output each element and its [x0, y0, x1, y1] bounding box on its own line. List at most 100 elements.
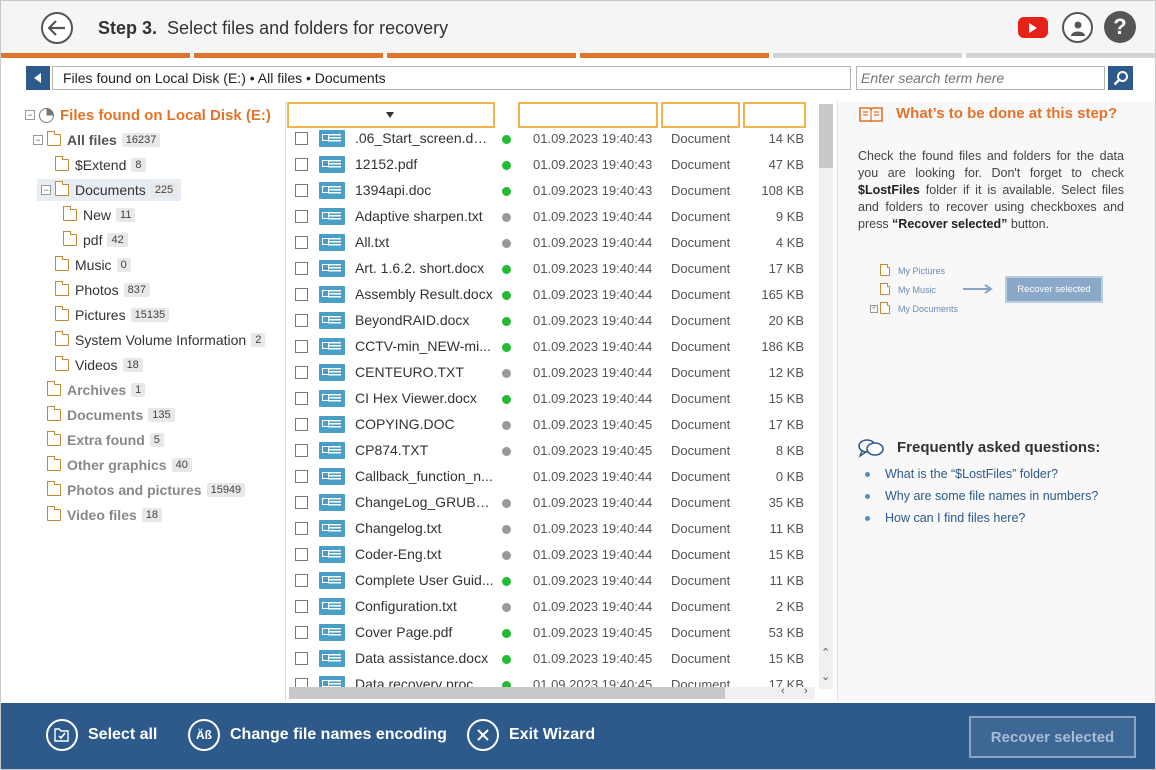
file-row[interactable]: CP874.TXT 01.09.2023 19:40:45 Document 8 KB — [286, 438, 817, 464]
file-checkbox[interactable] — [295, 496, 308, 509]
tree-item[interactable]: New 11 — [45, 204, 139, 226]
document-icon — [319, 286, 345, 303]
file-type: Document — [671, 339, 731, 354]
tree-item[interactable]: Archives 1 — [29, 379, 149, 401]
recover-selected-button[interactable]: Recover selected — [969, 716, 1136, 758]
exit-wizard-button[interactable]: Exit Wizard — [467, 719, 595, 751]
tree-item[interactable]: Extra found 5 — [29, 429, 168, 451]
file-checkbox[interactable] — [295, 548, 308, 561]
file-row[interactable]: BeyondRAID.docx 01.09.2023 19:40:44 Docume… — [286, 308, 817, 334]
youtube-button[interactable] — [1018, 17, 1048, 38]
folder-icon — [46, 506, 61, 521]
file-checkbox[interactable] — [295, 262, 308, 275]
faq-link[interactable]: How can I find files here? — [865, 511, 1025, 525]
back-button[interactable] — [41, 12, 73, 44]
file-checkbox[interactable] — [295, 132, 308, 145]
tree-item[interactable]: Other graphics 40 — [29, 454, 196, 476]
vertical-scrollbar[interactable] — [819, 104, 833, 689]
file-checkbox[interactable] — [295, 340, 308, 353]
file-row[interactable]: ChangeLog_GRUB4... 01.09.2023 19:40:44 Doc… — [286, 490, 817, 516]
tree-item[interactable]: pdf 42 — [45, 229, 132, 251]
scroll-up-icon[interactable]: ⌃ — [821, 646, 830, 659]
recovery-status-icon — [502, 577, 511, 586]
account-button[interactable] — [1062, 12, 1093, 43]
scroll-down-icon[interactable]: ⌄ — [821, 670, 830, 683]
vertical-scroll-thumb[interactable] — [819, 104, 833, 168]
file-checkbox[interactable] — [295, 184, 308, 197]
file-checkbox[interactable] — [295, 158, 308, 171]
file-row[interactable]: Changelog.txt 01.09.2023 19:40:44 Document… — [286, 516, 817, 542]
folder-icon — [46, 431, 61, 446]
file-checkbox[interactable] — [295, 652, 308, 665]
tree-item[interactable]: Videos 18 — [37, 354, 147, 376]
tree-item[interactable]: Pictures 15135 — [37, 304, 173, 326]
file-row[interactable]: Callback_function_n... 01.09.2023 19:40:4… — [286, 464, 817, 490]
file-row[interactable]: Complete User Guid... 01.09.2023 19:40:44… — [286, 568, 817, 594]
select-all-button[interactable]: Select all — [46, 719, 157, 751]
file-row[interactable]: 1394api.doc 01.09.2023 19:40:43 Document 10… — [286, 178, 817, 204]
file-row[interactable]: Coder-Eng.txt 01.09.2023 19:40:44 Document… — [286, 542, 817, 568]
column-header-size[interactable] — [743, 102, 806, 128]
file-checkbox[interactable] — [295, 314, 308, 327]
file-date: 01.09.2023 19:40:44 — [533, 235, 653, 250]
collapse-icon[interactable]: − — [25, 110, 35, 120]
file-checkbox[interactable] — [295, 418, 308, 431]
tree-item[interactable]: Photos and pictures 15949 — [29, 479, 249, 501]
file-row[interactable]: 12152.pdf 01.09.2023 19:40:43 Document 47 K… — [286, 152, 817, 178]
tree-item[interactable]: Documents 135 — [29, 404, 179, 426]
address-bar[interactable]: Files found on Local Disk (E:) • All fil… — [52, 66, 851, 90]
file-row[interactable]: Art. 1.6.2. short.docx 01.09.2023 19:40:4… — [286, 256, 817, 282]
tree-item[interactable]: Music 0 — [37, 254, 135, 276]
file-checkbox[interactable] — [295, 574, 308, 587]
file-size: 35 KB — [768, 495, 804, 510]
document-icon — [319, 416, 345, 433]
horizontal-scroll-thumb[interactable] — [289, 687, 725, 699]
tree-item[interactable]: System Volume Information 2 — [37, 329, 269, 351]
collapse-icon[interactable]: − — [33, 135, 43, 145]
file-checkbox[interactable] — [295, 210, 308, 223]
scroll-right-icon[interactable]: › — [804, 685, 808, 697]
column-header-name[interactable] — [287, 102, 495, 128]
faq-link[interactable]: Why are some file names in numbers? — [865, 489, 1098, 503]
file-checkbox[interactable] — [295, 366, 308, 379]
file-row[interactable]: COPYING.DOC 01.09.2023 19:40:45 Document 17… — [286, 412, 817, 438]
tree-item[interactable]: − Documents 225 — [37, 179, 182, 201]
file-row[interactable]: Assembly Result.docx 01.09.2023 19:40:44 D… — [286, 282, 817, 308]
file-row[interactable]: Cover Page.pdf 01.09.2023 19:40:45 Documen… — [286, 620, 817, 646]
tree-item[interactable]: − Files found on Local Disk (E:) — [21, 104, 275, 126]
file-row[interactable]: .06_Start_screen.doc... 01.09.2023 19:40:… — [286, 126, 817, 152]
faq-title: Frequently asked questions: — [897, 439, 1101, 456]
document-icon — [319, 260, 345, 277]
file-row[interactable]: Data assistance.docx 01.09.2023 19:40:45 D… — [286, 646, 817, 672]
file-row[interactable]: CENTEURO.TXT 01.09.2023 19:40:44 Document 1… — [286, 360, 817, 386]
file-checkbox[interactable] — [295, 470, 308, 483]
column-header-date[interactable] — [518, 102, 658, 128]
tree-item[interactable]: − All files 16237 — [29, 129, 164, 151]
file-checkbox[interactable] — [295, 626, 308, 639]
column-header-type[interactable] — [661, 102, 740, 128]
file-row[interactable]: CCTV-min_NEW-mi... 01.09.2023 19:40:44 Doc… — [286, 334, 817, 360]
file-row[interactable]: CI Hex Viewer.docx 01.09.2023 19:40:44 Doc… — [286, 386, 817, 412]
collapse-icon[interactable]: − — [41, 185, 51, 195]
file-row[interactable]: Configuration.txt 01.09.2023 19:40:44 Docu… — [286, 594, 817, 620]
file-checkbox[interactable] — [295, 522, 308, 535]
file-checkbox[interactable] — [295, 444, 308, 457]
file-checkbox[interactable] — [295, 392, 308, 405]
search-input[interactable] — [856, 66, 1105, 90]
faq-link[interactable]: What is the “$LostFiles” folder? — [865, 467, 1058, 481]
tree-item-label: Other graphics — [67, 457, 167, 473]
change-encoding-button[interactable]: Äß Change file names encoding — [188, 719, 447, 751]
file-checkbox[interactable] — [295, 236, 308, 249]
file-checkbox[interactable] — [295, 288, 308, 301]
file-checkbox[interactable] — [295, 600, 308, 613]
tree-item[interactable]: $Extend 8 — [37, 154, 150, 176]
recovery-status-icon — [502, 603, 511, 612]
search-button[interactable] — [1108, 66, 1133, 90]
address-back-button[interactable] — [26, 66, 50, 90]
file-row[interactable]: Adaptive sharpen.txt 01.09.2023 19:40:44 D… — [286, 204, 817, 230]
tree-item[interactable]: Photos 837 — [37, 279, 154, 301]
help-button[interactable]: ? — [1104, 11, 1136, 43]
tree-item[interactable]: Video files 18 — [29, 504, 166, 526]
file-row[interactable]: All.txt 01.09.2023 19:40:44 Document 4 KB — [286, 230, 817, 256]
scroll-left-icon[interactable]: ‹ — [781, 685, 785, 697]
